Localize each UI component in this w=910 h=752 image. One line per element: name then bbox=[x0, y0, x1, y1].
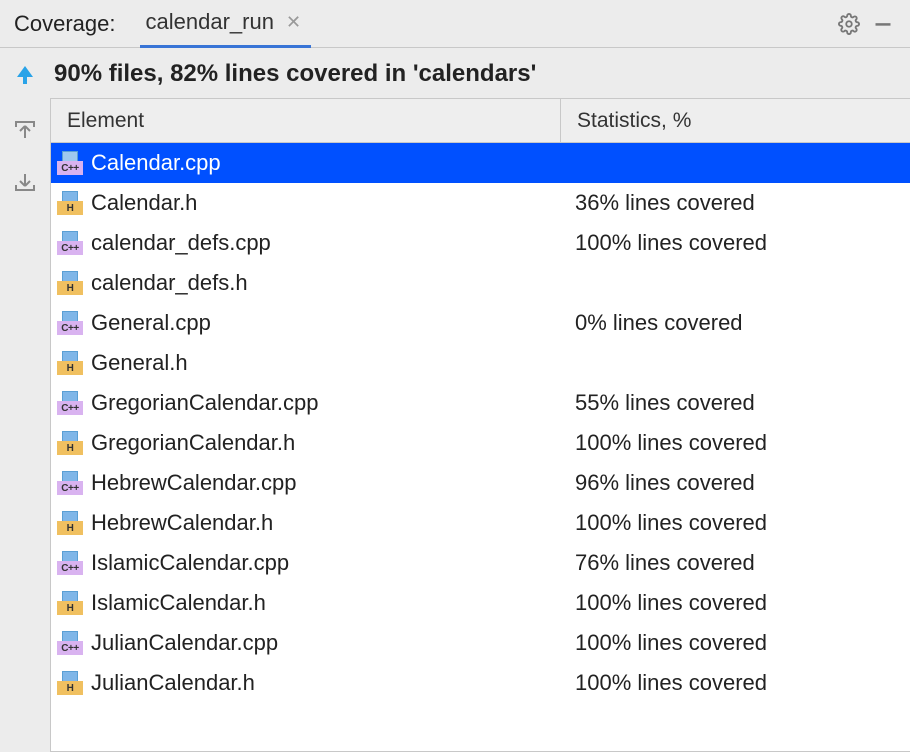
header-file-icon: H bbox=[57, 511, 83, 535]
bracket-down-icon bbox=[12, 170, 38, 196]
table-row[interactable]: C++ General.cpp 0% lines covered bbox=[51, 303, 910, 343]
cell-statistics: 0% lines covered bbox=[561, 310, 910, 336]
file-name: Calendar.h bbox=[91, 190, 197, 216]
file-name: HebrewCalendar.h bbox=[91, 510, 273, 536]
table-row[interactable]: H JulianCalendar.h 100% lines covered bbox=[51, 663, 910, 703]
file-name: GregorianCalendar.cpp bbox=[91, 390, 318, 416]
cell-statistics: 55% lines covered bbox=[561, 390, 910, 416]
table-row[interactable]: C++ JulianCalendar.cpp 100% lines covered bbox=[51, 623, 910, 663]
table-row[interactable]: C++ calendar_defs.cpp 100% lines covered bbox=[51, 223, 910, 263]
cell-statistics: 36% lines covered bbox=[561, 190, 910, 216]
cpp-file-icon: C++ bbox=[57, 551, 83, 575]
cell-element: C++ Calendar.cpp bbox=[51, 150, 561, 176]
file-name: JulianCalendar.cpp bbox=[91, 630, 278, 656]
close-tab-icon[interactable]: ✕ bbox=[282, 12, 305, 33]
cell-element: C++ HebrewCalendar.cpp bbox=[51, 470, 561, 496]
cpp-file-icon: C++ bbox=[57, 151, 83, 175]
minimize-button[interactable] bbox=[866, 7, 900, 41]
cell-element: C++ IslamicCalendar.cpp bbox=[51, 550, 561, 576]
table-row[interactable]: H IslamicCalendar.h 100% lines covered bbox=[51, 583, 910, 623]
cpp-file-icon: C++ bbox=[57, 391, 83, 415]
header-file-icon: H bbox=[57, 671, 83, 695]
file-name: Calendar.cpp bbox=[91, 150, 221, 176]
file-name: IslamicCalendar.cpp bbox=[91, 550, 289, 576]
cell-statistics: 100% lines covered bbox=[561, 590, 910, 616]
navigate-up-button[interactable] bbox=[8, 58, 42, 92]
cell-element: H JulianCalendar.h bbox=[51, 670, 561, 696]
file-name: JulianCalendar.h bbox=[91, 670, 255, 696]
table-row[interactable]: C++ HebrewCalendar.cpp 96% lines covered bbox=[51, 463, 910, 503]
panel-header: Coverage: calendar_run ✕ bbox=[0, 0, 910, 48]
header-file-icon: H bbox=[57, 191, 83, 215]
cell-element: Hcalendar_defs.h bbox=[51, 270, 561, 296]
cell-statistics: 96% lines covered bbox=[561, 470, 910, 496]
cell-element: C++ General.cpp bbox=[51, 310, 561, 336]
table-header: Element Statistics, % bbox=[51, 99, 910, 143]
cell-element: C++ calendar_defs.cpp bbox=[51, 230, 561, 256]
file-name: General.cpp bbox=[91, 310, 211, 336]
cell-statistics: 100% lines covered bbox=[561, 510, 910, 536]
cell-element: C++ JulianCalendar.cpp bbox=[51, 630, 561, 656]
cell-element: H GregorianCalendar.h bbox=[51, 430, 561, 456]
cell-statistics: 100% lines covered bbox=[561, 630, 910, 656]
coverage-summary: 90% files, 82% lines covered in 'calenda… bbox=[50, 56, 910, 98]
table-row[interactable]: H General.h bbox=[51, 343, 910, 383]
cell-statistics: 100% lines covered bbox=[561, 430, 910, 456]
cpp-file-icon: C++ bbox=[57, 311, 83, 335]
panel-body: 90% files, 82% lines covered in 'calenda… bbox=[0, 48, 910, 752]
cell-element: H IslamicCalendar.h bbox=[51, 590, 561, 616]
cell-element: H General.h bbox=[51, 350, 561, 376]
file-name: calendar_defs.cpp bbox=[91, 230, 271, 256]
table-body: C++ Calendar.cpp H Calendar.h 36% lines cove… bbox=[51, 143, 910, 751]
cpp-file-icon: C++ bbox=[57, 631, 83, 655]
table-row[interactable]: H GregorianCalendar.h 100% lines covered bbox=[51, 423, 910, 463]
minimize-icon bbox=[873, 14, 893, 34]
file-name: HebrewCalendar.cpp bbox=[91, 470, 296, 496]
table-row[interactable]: Hcalendar_defs.h bbox=[51, 263, 910, 303]
cell-element: H Calendar.h bbox=[51, 190, 561, 216]
header-file-icon: H bbox=[57, 431, 83, 455]
file-name: calendar_defs.h bbox=[91, 270, 248, 296]
side-toolbar bbox=[0, 48, 50, 752]
column-statistics[interactable]: Statistics, % bbox=[561, 99, 910, 142]
flatten-up-button[interactable] bbox=[8, 112, 42, 146]
cell-statistics: 100% lines covered bbox=[561, 670, 910, 696]
column-element[interactable]: Element bbox=[51, 99, 561, 142]
header-file-icon: H bbox=[57, 351, 83, 375]
table-row[interactable]: H HebrewCalendar.h 100% lines covered bbox=[51, 503, 910, 543]
cell-statistics: 76% lines covered bbox=[561, 550, 910, 576]
panel-title: Coverage: bbox=[14, 11, 116, 37]
table-row[interactable]: H Calendar.h 36% lines covered bbox=[51, 183, 910, 223]
arrow-up-icon bbox=[13, 63, 37, 87]
coverage-table: Element Statistics, % C++ Calendar.cpp H Ca… bbox=[50, 98, 910, 752]
table-row[interactable]: C++ GregorianCalendar.cpp 55% lines covere… bbox=[51, 383, 910, 423]
cpp-file-icon: C++ bbox=[57, 231, 83, 255]
tab-label: calendar_run bbox=[146, 9, 274, 35]
coverage-main: 90% files, 82% lines covered in 'calenda… bbox=[50, 48, 910, 752]
settings-button[interactable] bbox=[832, 7, 866, 41]
file-name: GregorianCalendar.h bbox=[91, 430, 295, 456]
table-row[interactable]: C++ IslamicCalendar.cpp 76% lines covered bbox=[51, 543, 910, 583]
file-name: IslamicCalendar.h bbox=[91, 590, 266, 616]
cell-element: H HebrewCalendar.h bbox=[51, 510, 561, 536]
cell-element: C++ GregorianCalendar.cpp bbox=[51, 390, 561, 416]
coverage-tab[interactable]: calendar_run ✕ bbox=[140, 0, 312, 48]
cpp-file-icon: C++ bbox=[57, 471, 83, 495]
flatten-down-button[interactable] bbox=[8, 166, 42, 200]
header-file-icon: H bbox=[57, 271, 83, 295]
table-row[interactable]: C++ Calendar.cpp bbox=[51, 143, 910, 183]
file-name: General.h bbox=[91, 350, 188, 376]
cell-statistics: 100% lines covered bbox=[561, 230, 910, 256]
header-file-icon: H bbox=[57, 591, 83, 615]
gear-icon bbox=[838, 13, 860, 35]
bracket-up-icon bbox=[12, 116, 38, 142]
